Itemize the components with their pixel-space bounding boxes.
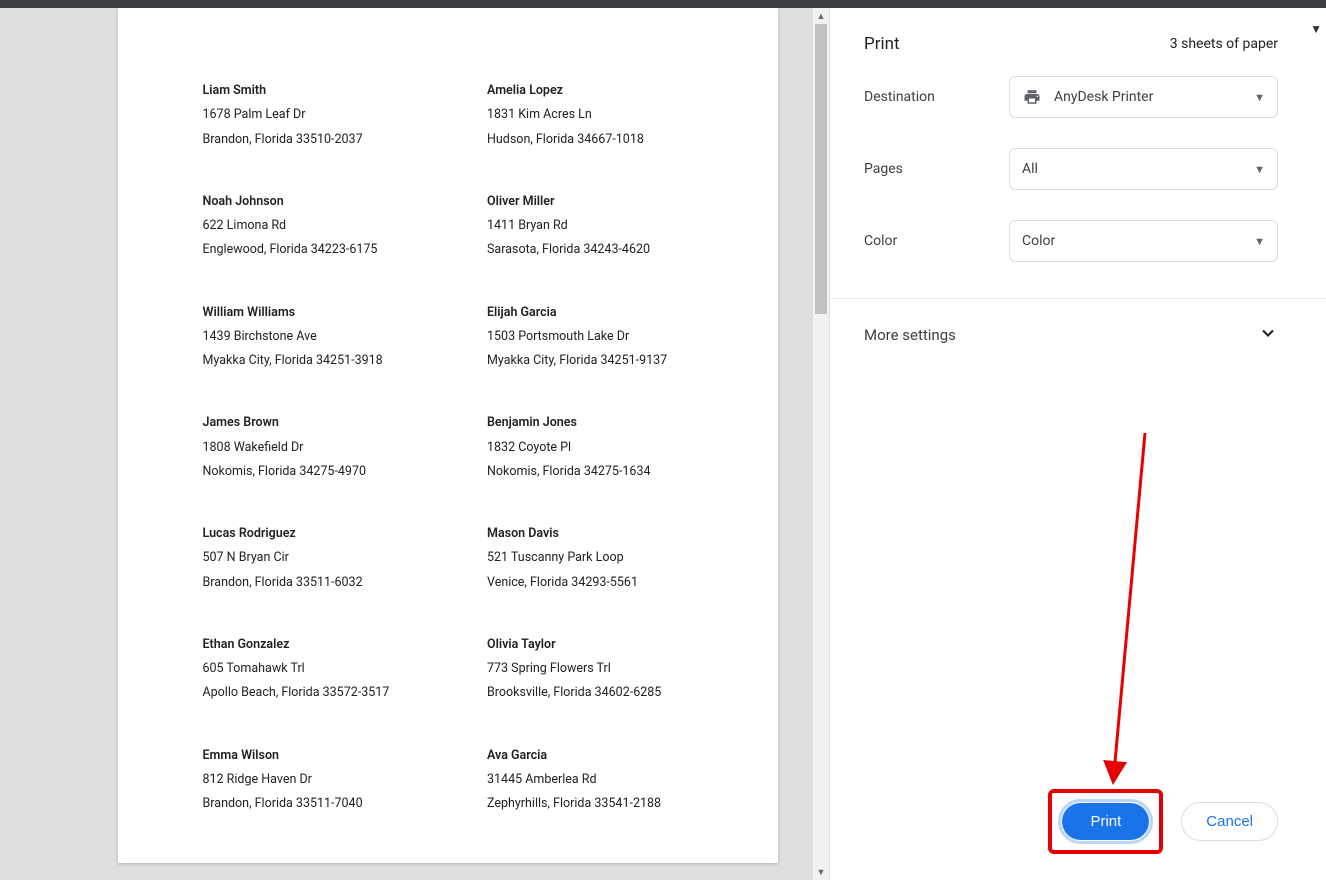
entry-city: Venice, Florida 34293-5561 (487, 575, 746, 591)
entry-name: Ethan Gonzalez (203, 637, 462, 653)
address-entry: Ethan Gonzalez 605 Tomahawk Trl Apollo Bea… (203, 637, 462, 702)
entry-address: 1439 Birchstone Ave (203, 329, 462, 345)
address-entry: William Williams 1439 Birchstone Ave Myakk… (203, 305, 462, 370)
entry-name: Olivia Taylor (487, 637, 746, 653)
entry-city: Brandon, Florida 33511-6032 (203, 575, 462, 591)
entry-address: 1678 Palm Leaf Dr (203, 107, 462, 123)
entry-name: Benjamin Jones (487, 415, 746, 431)
annotation-highlight-box: Print (1048, 789, 1163, 854)
more-settings-toggle[interactable]: More settings (830, 299, 1326, 371)
entry-city: Myakka City, Florida 34251-9137 (487, 353, 746, 369)
entry-name: William Williams (203, 305, 462, 321)
pages-value: All (1022, 161, 1038, 177)
more-settings-label: More settings (864, 326, 956, 344)
browser-menu-caret[interactable]: ▼ (1310, 22, 1322, 36)
cancel-button[interactable]: Cancel (1181, 802, 1278, 841)
entry-name: James Brown (203, 415, 462, 431)
entry-city: Myakka City, Florida 34251-3918 (203, 353, 462, 369)
scroll-down-icon[interactable]: ▼ (813, 864, 829, 880)
entry-city: Apollo Beach, Florida 33572-3517 (203, 685, 462, 701)
entry-name: Noah Johnson (203, 194, 462, 210)
address-entry: Mason Davis 521 Tuscanny Park Loop Venice,… (487, 526, 746, 591)
entry-address: 812 Ridge Haven Dr (203, 772, 462, 788)
entry-name: Lucas Rodriguez (203, 526, 462, 542)
print-preview-area: Liam Smith 1678 Palm Leaf Dr Brandon, Flor… (0, 8, 829, 880)
sheets-info: 3 sheets of paper (1170, 36, 1278, 52)
entry-city: Englewood, Florida 34223-6175 (203, 242, 462, 258)
preview-scrollbar[interactable]: ▲ ▼ (813, 8, 829, 880)
scroll-up-icon[interactable]: ▲ (813, 8, 829, 24)
entry-address: 507 N Bryan Cir (203, 550, 462, 566)
entry-city: Brandon, Florida 33511-7040 (203, 796, 462, 812)
destination-dropdown[interactable]: AnyDesk Printer ▼ (1009, 76, 1278, 118)
entry-name: Amelia Lopez (487, 83, 746, 99)
address-entry: Liam Smith 1678 Palm Leaf Dr Brandon, Flor… (203, 83, 462, 148)
printer-icon (1022, 88, 1042, 106)
entry-address: 1503 Portsmouth Lake Dr (487, 329, 746, 345)
entry-address: 1832 Coyote Pl (487, 440, 746, 456)
entry-address: 605 Tomahawk Trl (203, 661, 462, 677)
preview-page: Liam Smith 1678 Palm Leaf Dr Brandon, Flor… (118, 8, 778, 863)
window-top-bar (0, 0, 1326, 8)
entry-address: 521 Tuscanny Park Loop (487, 550, 746, 566)
background-blurred-text (90, 860, 809, 880)
address-entry: Ava Garcia 31445 Amberlea Rd Zephyrhills, … (487, 748, 746, 813)
address-entry: Emma Wilson 812 Ridge Haven Dr Brandon, Fl… (203, 748, 462, 813)
color-label: Color (864, 233, 1009, 249)
print-button[interactable]: Print (1062, 803, 1149, 840)
address-entry: Oliver Miller 1411 Bryan Rd Sarasota, Flor… (487, 194, 746, 259)
print-title: Print (864, 34, 900, 54)
entry-address: 31445 Amberlea Rd (487, 772, 746, 788)
address-entry: Elijah Garcia 1503 Portsmouth Lake Dr Myak… (487, 305, 746, 370)
entry-name: Mason Davis (487, 526, 746, 542)
color-dropdown[interactable]: Color ▼ (1009, 220, 1278, 262)
print-sidebar: ▼ Print 3 sheets of paper Destination An… (829, 8, 1326, 880)
pages-dropdown[interactable]: All ▼ (1009, 148, 1278, 190)
dropdown-caret-icon: ▼ (1254, 235, 1265, 248)
entry-city: Brandon, Florida 33510-2037 (203, 132, 462, 148)
entry-city: Brooksville, Florida 34602-6285 (487, 685, 746, 701)
annotation-arrow (1100, 428, 1180, 798)
address-entry: Olivia Taylor 773 Spring Flowers Trl Brook… (487, 637, 746, 702)
preview-right-column: Amelia Lopez 1831 Kim Acres Ln Hudson, Flo… (487, 83, 766, 858)
address-entry: James Brown 1808 Wakefield Dr Nokomis, Flo… (203, 415, 462, 480)
entry-address: 622 Limona Rd (203, 218, 462, 234)
entry-city: Sarasota, Florida 34243-4620 (487, 242, 746, 258)
color-value: Color (1022, 233, 1055, 249)
entry-address: 1831 Kim Acres Ln (487, 107, 746, 123)
dropdown-caret-icon: ▼ (1254, 163, 1265, 176)
preview-left-column: Liam Smith 1678 Palm Leaf Dr Brandon, Flor… (203, 83, 482, 858)
dropdown-caret-icon: ▼ (1254, 91, 1265, 104)
pages-label: Pages (864, 161, 1009, 177)
entry-address: 1808 Wakefield Dr (203, 440, 462, 456)
entry-address: 773 Spring Flowers Trl (487, 661, 746, 677)
entry-name: Liam Smith (203, 83, 462, 99)
destination-value: AnyDesk Printer (1054, 89, 1153, 105)
scroll-thumb[interactable] (815, 24, 827, 314)
entry-name: Ava Garcia (487, 748, 746, 764)
destination-label: Destination (864, 89, 1009, 105)
entry-city: Nokomis, Florida 34275-4970 (203, 464, 462, 480)
address-entry: Benjamin Jones 1832 Coyote Pl Nokomis, Flo… (487, 415, 746, 480)
entry-name: Oliver Miller (487, 194, 746, 210)
entry-address: 1411 Bryan Rd (487, 218, 746, 234)
entry-city: Nokomis, Florida 34275-1634 (487, 464, 746, 480)
print-dialog: Liam Smith 1678 Palm Leaf Dr Brandon, Flor… (0, 8, 1326, 880)
entry-name: Emma Wilson (203, 748, 462, 764)
entry-name: Elijah Garcia (487, 305, 746, 321)
chevron-down-icon (1258, 323, 1278, 347)
entry-city: Zephyrhills, Florida 33541-2188 (487, 796, 746, 812)
address-entry: Lucas Rodriguez 507 N Bryan Cir Brandon, F… (203, 526, 462, 591)
address-entry: Amelia Lopez 1831 Kim Acres Ln Hudson, Flo… (487, 83, 746, 148)
entry-city: Hudson, Florida 34667-1018 (487, 132, 746, 148)
address-entry: Noah Johnson 622 Limona Rd Englewood, Flor… (203, 194, 462, 259)
